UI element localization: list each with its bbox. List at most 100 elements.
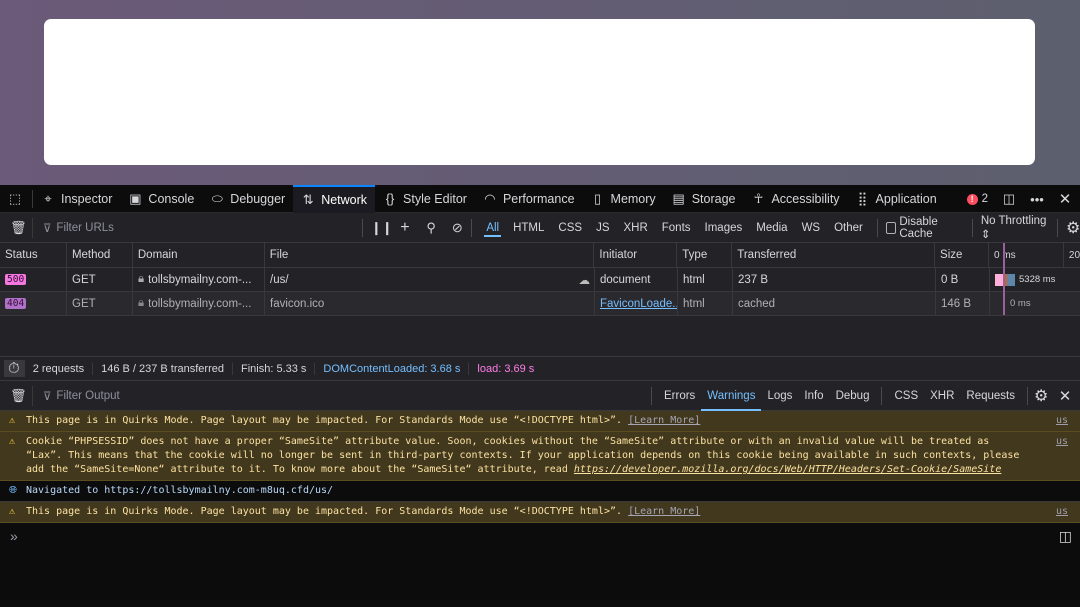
tab-application[interactable]: ⣿ Application bbox=[848, 185, 945, 213]
settings-gear-icon[interactable]: ⚙ bbox=[1066, 218, 1080, 238]
filter-type-ws[interactable]: WS bbox=[796, 213, 827, 243]
source-link[interactable]: us bbox=[1056, 505, 1068, 519]
level-errors[interactable]: Errors bbox=[658, 381, 701, 411]
tab-accessibility[interactable]: ☥ Accessibility bbox=[743, 185, 847, 213]
level-debug[interactable]: Debug bbox=[830, 381, 876, 411]
devtools: ⬚ ⌖ Inspector ▣ Console ⬭ Debugger ⇅ Network… bbox=[0, 184, 1080, 607]
status-badge: 500 bbox=[5, 274, 27, 285]
waterfall-bar bbox=[995, 273, 1015, 286]
globe-icon: 🌐︎ bbox=[9, 485, 17, 496]
clear-console-trash-icon[interactable]: 🗑 bbox=[10, 388, 27, 404]
filter-type-xhr[interactable]: XHR bbox=[617, 213, 653, 243]
timer-icon[interactable]: ⏱ bbox=[4, 360, 25, 377]
application-icon: ⣿ bbox=[857, 190, 868, 206]
level-info[interactable]: Info bbox=[798, 381, 829, 411]
console-settings-gear-icon[interactable]: ⚙ bbox=[1034, 386, 1048, 406]
filter-icon: ⊽ bbox=[43, 390, 52, 403]
source-link[interactable]: us bbox=[1056, 435, 1068, 449]
tab-inspector[interactable]: ⌖ Inspector bbox=[33, 185, 120, 213]
tab-style-editor[interactable]: {} Style Editor bbox=[375, 185, 475, 213]
network-table-header: Status Method Domain File Initiator Type… bbox=[0, 243, 1080, 268]
lock-icon: 🔒︎ bbox=[138, 297, 145, 309]
tab-console[interactable]: ▣ Console bbox=[120, 185, 202, 213]
filter-icon: ⊽ bbox=[43, 222, 52, 235]
learn-more-link[interactable]: [Learn More] bbox=[628, 415, 700, 426]
table-row[interactable]: 404 GET 🔒︎ tollsbymailny.com-... favicon.… bbox=[0, 292, 1080, 316]
column-waterfall[interactable]: 0 ms bbox=[989, 243, 1064, 267]
element-picker-button[interactable]: ⬚ bbox=[0, 189, 33, 208]
column-size[interactable]: Size bbox=[935, 243, 989, 267]
warning-icon: ⚠ bbox=[9, 506, 16, 517]
warning-icon: ⚠ bbox=[9, 415, 16, 426]
search-icon[interactable]: ⚲ bbox=[425, 220, 437, 236]
console-message-navigation: 🌐︎ Navigated to https://tollsbymailny.com… bbox=[0, 481, 1080, 502]
column-file[interactable]: File bbox=[265, 243, 595, 267]
column-method[interactable]: Method bbox=[67, 243, 133, 267]
split-editor-icon[interactable]: ◫ bbox=[1059, 523, 1072, 549]
column-transferred[interactable]: Transferred bbox=[732, 243, 936, 267]
column-status[interactable]: Status bbox=[0, 243, 67, 267]
close-icon[interactable]: ✕ bbox=[1058, 190, 1072, 208]
initiator-link[interactable]: FaviconLoade... bbox=[595, 292, 678, 315]
more-icon[interactable]: ••• bbox=[1030, 192, 1044, 207]
network-icon: ⇅ bbox=[302, 191, 314, 207]
dock-icon[interactable]: ◫ bbox=[1002, 191, 1016, 207]
block-icon[interactable]: ⊘ bbox=[451, 220, 463, 236]
filter-type-all[interactable]: All bbox=[480, 213, 505, 243]
tab-memory[interactable]: ▯ Memory bbox=[583, 185, 664, 213]
tab-performance[interactable]: ◠ Performance bbox=[475, 185, 583, 213]
level-logs[interactable]: Logs bbox=[761, 381, 798, 411]
waterfall-tick: 20 bbox=[1068, 249, 1080, 261]
error-count-button[interactable]: ! 2 bbox=[966, 193, 988, 205]
disable-cache-checkbox[interactable]: Disable Cache bbox=[885, 216, 964, 240]
tracker-turtle-icon: ☁ bbox=[578, 274, 591, 287]
tab-network[interactable]: ⇅ Network bbox=[293, 184, 376, 213]
inspector-icon: ⌖ bbox=[44, 190, 52, 206]
learn-more-link[interactable]: [Learn More] bbox=[628, 506, 700, 517]
filter-xhr[interactable]: XHR bbox=[924, 381, 960, 411]
style-editor-icon: {} bbox=[385, 191, 395, 206]
network-empty-area bbox=[0, 316, 1080, 356]
tab-debugger[interactable]: ⬭ Debugger bbox=[202, 185, 293, 213]
warning-icon: ⚠ bbox=[9, 436, 16, 447]
filter-type-css[interactable]: CSS bbox=[552, 213, 588, 243]
console-message-warning: ⚠ Cookie “PHPSESSID” does not have a prop… bbox=[0, 432, 1080, 481]
filter-type-media[interactable]: Media bbox=[750, 213, 793, 243]
filter-type-html[interactable]: HTML bbox=[507, 213, 550, 243]
filter-type-images[interactable]: Images bbox=[699, 213, 749, 243]
tab-storage[interactable]: ▤ Storage bbox=[664, 185, 744, 213]
filter-css[interactable]: CSS bbox=[888, 381, 924, 411]
filter-type-js[interactable]: JS bbox=[590, 213, 615, 243]
mdn-samesite-link[interactable]: https://developer.mozilla.org/docs/Web/H… bbox=[574, 464, 1001, 475]
waterfall-load-marker bbox=[1003, 243, 1005, 315]
table-row[interactable]: 500 GET 🔒︎ tollsbymailny.com-... /us/☁ do… bbox=[0, 268, 1080, 292]
network-toolbar: 🗑 ⊽ Filter URLs ❙❙ + ⚲ ⊘ All HTML CSS JS … bbox=[0, 213, 1080, 243]
console-input[interactable]: » ◫ bbox=[0, 523, 1080, 549]
filter-output-input[interactable]: ⊽ Filter Output bbox=[32, 385, 120, 406]
column-type[interactable]: Type bbox=[677, 243, 733, 267]
debugger-icon: ⬭ bbox=[211, 190, 223, 206]
devtools-tabbar: ⬚ ⌖ Inspector ▣ Console ⬭ Debugger ⇅ Network… bbox=[0, 184, 1080, 213]
clear-trash-icon[interactable]: 🗑 bbox=[10, 220, 27, 236]
filter-urls-input[interactable]: ⊽ Filter URLs bbox=[32, 217, 114, 238]
level-warnings[interactable]: Warnings bbox=[701, 381, 762, 411]
source-link[interactable]: us bbox=[1056, 414, 1068, 428]
column-domain[interactable]: Domain bbox=[133, 243, 265, 267]
throttling-select[interactable]: No Throttling ⇕ bbox=[981, 215, 1049, 241]
performance-icon: ◠ bbox=[484, 190, 496, 206]
close-console-icon[interactable]: ✕ bbox=[1058, 387, 1072, 405]
memory-icon: ▯ bbox=[593, 190, 602, 206]
pause-icon[interactable]: ❙❙ bbox=[371, 220, 393, 236]
accessibility-icon: ☥ bbox=[753, 190, 764, 206]
status-badge: 404 bbox=[5, 298, 27, 309]
filter-type-fonts[interactable]: Fonts bbox=[656, 213, 697, 243]
console-icon: ▣ bbox=[129, 190, 142, 206]
add-icon[interactable]: + bbox=[399, 219, 411, 237]
filter-type-other[interactable]: Other bbox=[828, 213, 869, 243]
console-message-warning: ⚠ This page is in Quirks Mode. Page layou… bbox=[0, 502, 1080, 523]
network-summary-bar: ⏱ 2 requests 146 B / 237 B transferred F… bbox=[0, 356, 1080, 381]
error-icon: ! bbox=[966, 193, 978, 205]
column-initiator[interactable]: Initiator bbox=[594, 243, 678, 267]
filter-requests[interactable]: Requests bbox=[960, 381, 1021, 411]
browser-page bbox=[0, 0, 1080, 185]
